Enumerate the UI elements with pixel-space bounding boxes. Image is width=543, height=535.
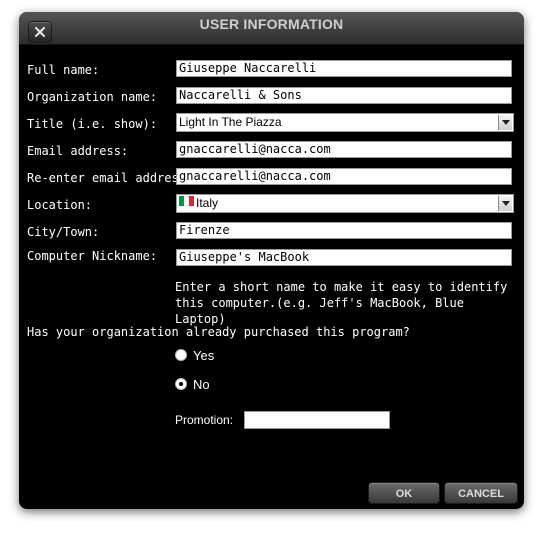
city-label: City/Town: <box>27 225 100 239</box>
radio-button-no[interactable] <box>175 378 187 390</box>
location-label: Location: <box>27 198 93 212</box>
location-select-value: Italy <box>196 196 219 210</box>
chevron-down-icon <box>502 201 510 206</box>
promotion-input[interactable] <box>244 411 390 429</box>
radio-button-yes[interactable] <box>175 349 187 361</box>
title-select-value: Light In The Piazza <box>179 115 282 129</box>
title-dropdown-arrow[interactable] <box>498 115 512 130</box>
location-select[interactable]: Italy <box>176 194 514 213</box>
organization-name-input[interactable]: Naccarelli & Sons <box>176 87 512 104</box>
promotion-label: Promotion: <box>175 413 234 427</box>
computer-nickname-input[interactable]: Giuseppe's MacBook <box>176 249 512 266</box>
italy-flag-icon <box>179 196 194 206</box>
email-input[interactable]: gnaccarelli@nacca.com <box>176 141 512 158</box>
organization-name-label: Organization name: <box>27 90 158 104</box>
title-bar: USER INFORMATION <box>19 12 524 45</box>
city-input[interactable]: Firenze <box>176 222 512 239</box>
radio-selected-dot <box>179 382 183 386</box>
title-label: Title (i.e. show): <box>27 117 158 131</box>
full-name-label: Full name: <box>27 63 100 77</box>
user-information-dialog: USER INFORMATION Full name: Giuseppe Nac… <box>19 12 524 509</box>
dialog-title: USER INFORMATION <box>199 16 344 32</box>
chevron-down-icon <box>502 120 510 125</box>
cancel-button[interactable]: CANCEL <box>444 482 518 504</box>
full-name-input[interactable]: Giuseppe Naccarelli <box>176 60 512 77</box>
ok-button[interactable]: OK <box>368 482 440 504</box>
purchase-question: Has your organization already purchased … <box>27 325 410 339</box>
radio-label-no: No <box>193 377 210 392</box>
reenter-email-label: Re-enter email address: <box>27 171 194 185</box>
radio-label-yes: Yes <box>193 348 215 363</box>
nickname-hint: Enter a short name to make it easy to id… <box>175 280 508 326</box>
title-select[interactable]: Light In The Piazza <box>176 113 514 132</box>
location-dropdown-arrow[interactable] <box>498 196 512 211</box>
computer-nickname-label: Computer Nickname: <box>27 249 158 263</box>
email-label: Email address: <box>27 144 129 158</box>
reenter-email-input[interactable]: gnaccarelli@nacca.com <box>176 168 512 185</box>
